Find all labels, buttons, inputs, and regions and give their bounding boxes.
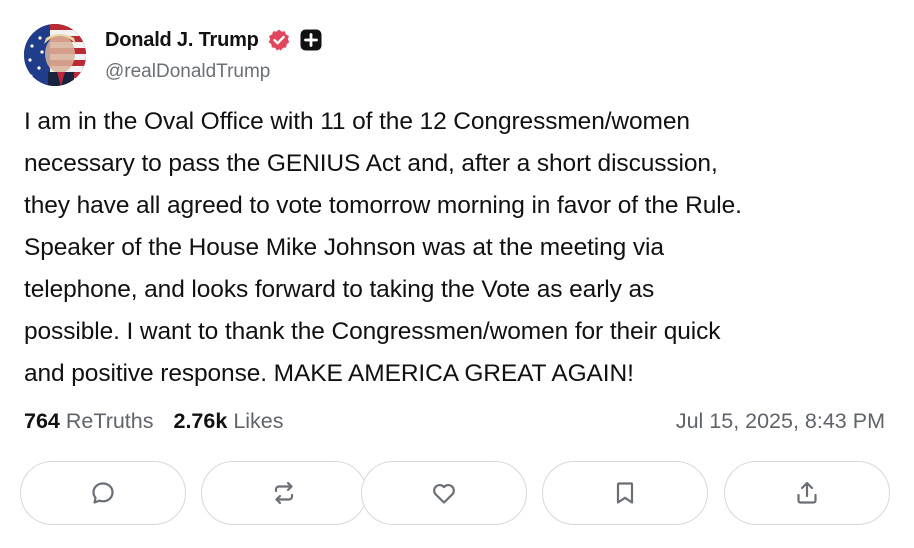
post-timestamp[interactable]: Jul 15, 2025, 8:43 PM [676,409,885,434]
retruth-icon [274,481,294,505]
verified-badge-icon [267,28,291,52]
retruths-count[interactable]: 764 [24,409,60,434]
avatar-image [24,24,86,86]
retruth-button[interactable] [201,461,367,525]
comment-icon [92,482,114,504]
post-text: I am in the Oval Office with 11 of the 1… [24,108,742,387]
avatar[interactable] [24,24,86,86]
post-card: Donald J. Trump @realDonaldTrump I am in… [0,0,914,548]
likes-label[interactable]: Likes [233,409,283,434]
heart-icon [433,483,455,504]
plus-badge-icon [299,28,323,52]
post-stats: 764 ReTruths 2.76k Likes [24,409,298,434]
retruths-label[interactable]: ReTruths [66,409,154,434]
author-name[interactable]: Donald J. Trump [105,29,259,52]
bookmark-button[interactable] [542,461,708,525]
bookmark-icon [616,482,634,504]
author-handle[interactable]: @realDonaldTrump [105,61,270,83]
share-icon [797,481,817,504]
share-button[interactable] [724,461,890,525]
like-button[interactable] [361,461,527,525]
likes-count[interactable]: 2.76k [174,409,228,434]
author-row: Donald J. Trump [105,27,323,53]
reply-button[interactable] [20,461,186,525]
action-bar [20,461,890,529]
